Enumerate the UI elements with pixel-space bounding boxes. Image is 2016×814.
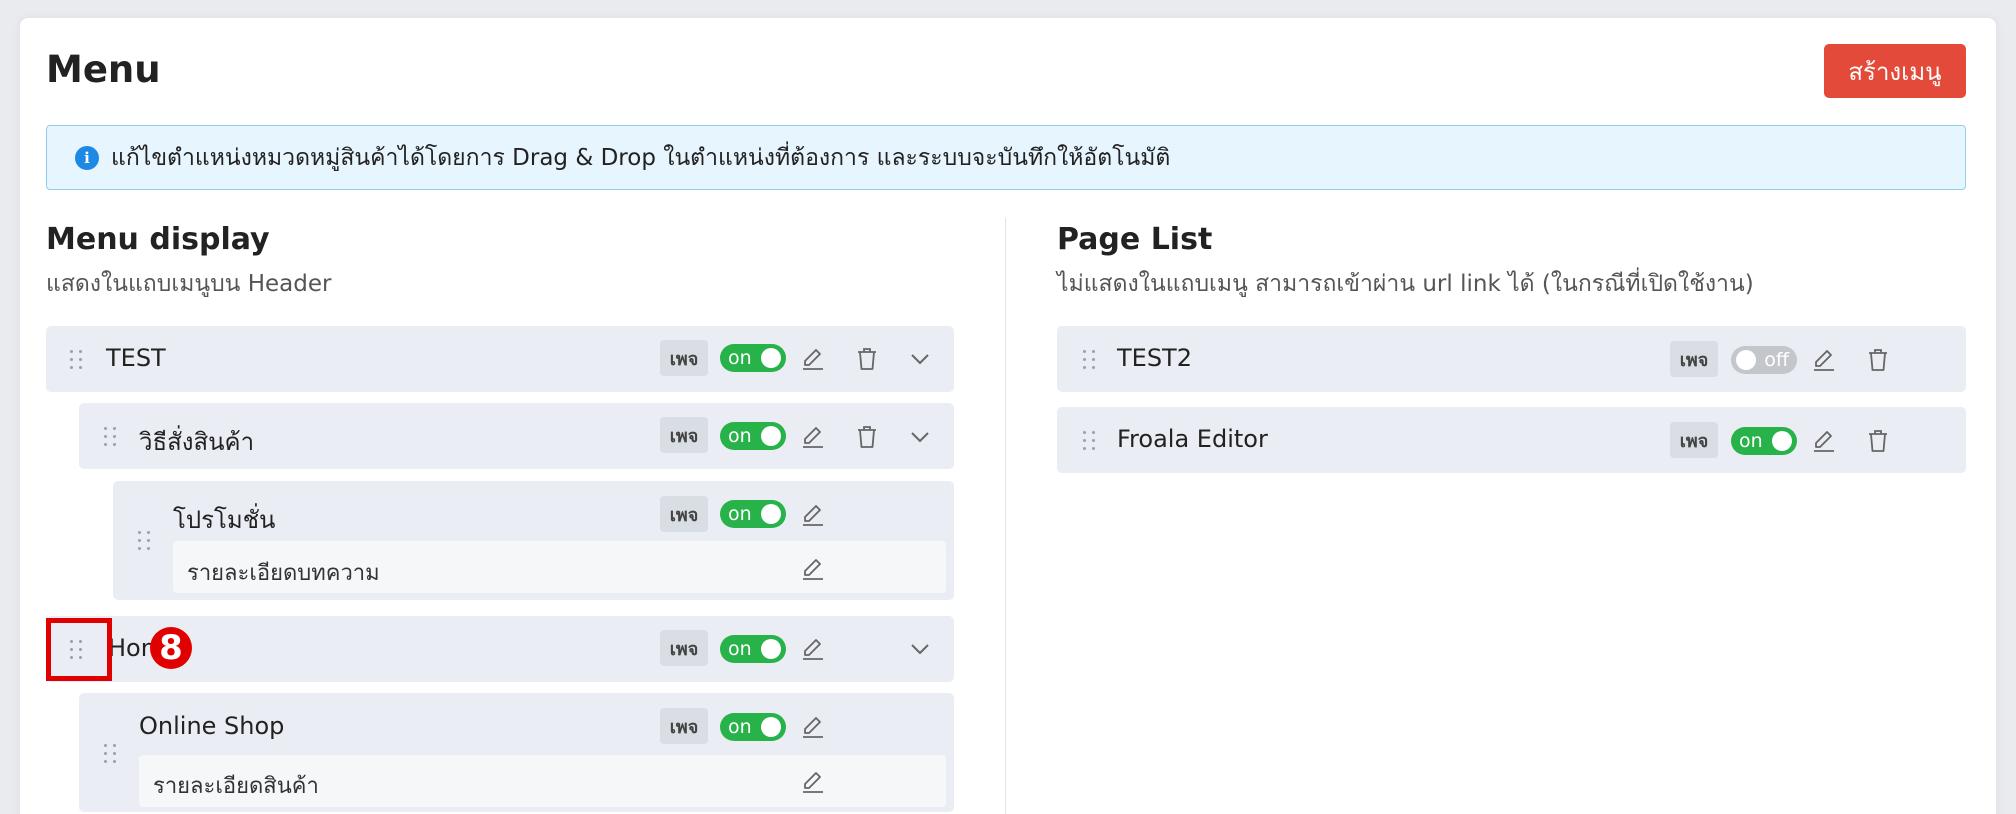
- drag-handle-icon[interactable]: [1083, 431, 1097, 451]
- status-toggle[interactable]: on: [720, 422, 786, 450]
- toggle-label: on: [728, 503, 752, 525]
- menu-display-subtitle: แสดงในแถบเมนูบน Header: [46, 271, 332, 297]
- menu-item-label: Online Shop: [139, 712, 285, 740]
- trash-icon[interactable]: [853, 345, 881, 373]
- status-toggle[interactable]: off: [1731, 346, 1797, 374]
- page-type-badge: เพจ: [660, 708, 708, 744]
- toggle-knob: [761, 717, 781, 737]
- drag-handle-highlight: [46, 618, 112, 681]
- page-type-badge: เพจ: [660, 630, 708, 666]
- menu-item-label: วิธีสั่งสินค้า: [139, 428, 255, 456]
- chevron-down-icon[interactable]: [906, 635, 934, 663]
- page-type-badge: เพจ: [660, 496, 708, 532]
- toggle-label: off: [1764, 349, 1789, 371]
- menu-item-label: Hon: [108, 634, 156, 662]
- page-item-label: Froala Editor: [1117, 425, 1268, 453]
- page-list-subtitle: ไม่แสดงในแถบเมนู สามารถเข้าผ่าน url link…: [1057, 271, 1754, 297]
- trash-icon[interactable]: [853, 423, 881, 451]
- toggle-knob: [761, 426, 781, 446]
- edit-icon[interactable]: [799, 635, 827, 663]
- toggle-knob: [1736, 350, 1756, 370]
- edit-icon[interactable]: [799, 423, 827, 451]
- trash-icon[interactable]: [1864, 427, 1892, 455]
- status-toggle[interactable]: on: [720, 500, 786, 528]
- trash-icon[interactable]: [1864, 346, 1892, 374]
- menu-item-sublabel: รายละเอียดบทความ: [187, 561, 380, 586]
- menu-display-title: Menu display: [46, 222, 270, 257]
- toggle-knob: [1772, 431, 1792, 451]
- page-type-badge: เพจ: [660, 340, 708, 376]
- column-divider: [1005, 218, 1006, 814]
- menu-item-sublabel: รายละเอียดสินค้า: [153, 774, 319, 799]
- drag-handle-icon[interactable]: [1083, 350, 1097, 370]
- edit-icon[interactable]: [799, 768, 827, 796]
- page-type-badge: เพจ: [660, 417, 708, 453]
- drag-handle-icon[interactable]: [104, 744, 118, 764]
- page-title: Menu: [46, 48, 161, 91]
- toggle-knob: [761, 639, 781, 659]
- edit-icon[interactable]: [1810, 427, 1838, 455]
- drag-handle-icon[interactable]: [138, 531, 152, 551]
- info-banner: i แก้ไขตำแหน่งหมวดหมู่สินค้าได้โดยการ Dr…: [46, 125, 1966, 190]
- toggle-knob: [761, 504, 781, 524]
- status-toggle[interactable]: on: [720, 344, 786, 372]
- edit-icon[interactable]: [799, 555, 827, 583]
- edit-icon[interactable]: [1810, 346, 1838, 374]
- info-text: แก้ไขตำแหน่งหมวดหมู่สินค้าได้โดยการ Drag…: [111, 144, 1171, 171]
- toggle-label: on: [728, 638, 752, 660]
- chevron-down-icon[interactable]: [906, 423, 934, 451]
- page-item-label: TEST2: [1117, 344, 1192, 372]
- page-type-badge: เพจ: [1670, 422, 1718, 458]
- drag-handle-icon[interactable]: [70, 350, 84, 370]
- step-marker: 8: [150, 627, 192, 669]
- menu-item-label: โปรโมชั่น: [173, 506, 276, 534]
- toggle-label: on: [728, 425, 752, 447]
- edit-icon[interactable]: [799, 713, 827, 741]
- create-menu-button[interactable]: สร้างเมนู: [1824, 44, 1966, 98]
- info-icon: i: [75, 145, 99, 170]
- page-list-title: Page List: [1057, 222, 1213, 257]
- toggle-label: on: [728, 716, 752, 738]
- drag-handle-icon[interactable]: [104, 427, 118, 447]
- toggle-label: on: [728, 347, 752, 369]
- status-toggle[interactable]: on: [720, 713, 786, 741]
- edit-icon[interactable]: [799, 345, 827, 373]
- edit-icon[interactable]: [799, 501, 827, 529]
- status-toggle[interactable]: on: [720, 635, 786, 663]
- status-toggle[interactable]: on: [1731, 427, 1797, 455]
- page-type-badge: เพจ: [1670, 341, 1718, 377]
- toggle-knob: [761, 348, 781, 368]
- menu-item-label: TEST: [106, 344, 166, 372]
- toggle-label: on: [1739, 430, 1763, 452]
- chevron-down-icon[interactable]: [906, 345, 934, 373]
